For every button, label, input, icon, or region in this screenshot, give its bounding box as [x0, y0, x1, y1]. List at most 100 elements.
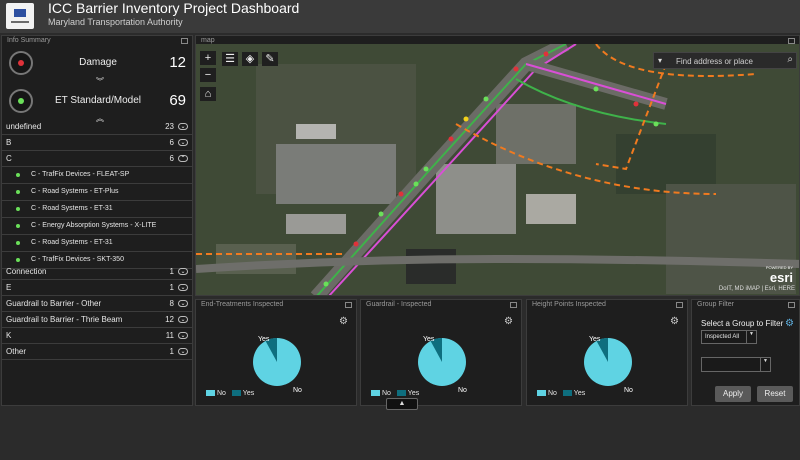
list-item-label: undefined — [6, 122, 42, 131]
group-select-value: Inspected All — [705, 334, 740, 340]
maximize-icon[interactable] — [788, 302, 795, 308]
chart-legend: No Yes — [371, 390, 419, 397]
expand-icon[interactable]: ⌄ — [178, 139, 188, 146]
legend-swatch-no — [537, 390, 546, 397]
expand-icon[interactable]: ⌄ — [178, 123, 188, 130]
zoom-in-button[interactable]: + — [200, 51, 216, 65]
measure-icon[interactable]: ✎ — [262, 52, 278, 66]
damage-status-icon — [18, 60, 24, 66]
legend-swatch-no — [371, 390, 380, 397]
legend-swatch-yes — [562, 390, 572, 397]
list-item[interactable]: Connection 1 ⌄ — [2, 265, 192, 280]
value-select[interactable]: ▼ — [701, 357, 771, 372]
gear-icon[interactable]: ⚙ — [785, 318, 794, 329]
list-item[interactable]: K 11 ⌄ — [2, 329, 192, 344]
group-select[interactable]: Inspected All ▼ — [701, 330, 757, 344]
panel-title: Group Filter — [697, 301, 734, 308]
et-model-label: ET Standard/Model — [55, 95, 141, 106]
list-item[interactable]: Guardrail to Barrier - Other 8 ⌄ — [2, 297, 192, 312]
address-search[interactable]: ▾ ⌕ — [653, 52, 797, 69]
sub-list-item[interactable]: C - Energy Absorption Systems - X-LITE — [2, 218, 192, 235]
group-filter-panel: Group Filter Select a Group to Filter ⚙ … — [691, 299, 800, 406]
legend-swatch-yes — [231, 390, 241, 397]
list-item[interactable]: Other 1 ⌄ — [2, 345, 192, 360]
end-treatments-chart-panel: End-Treatments Inspected ⚙ Yes No No Yes — [195, 299, 357, 406]
aerial-map-canvas[interactable] — [196, 44, 800, 296]
sub-list-item[interactable]: C - TrafFix Devices - FLEAT-SP — [2, 167, 192, 184]
expand-icon[interactable]: ⌄ — [178, 332, 188, 339]
legend-swatch-no — [206, 390, 215, 397]
status-dot-icon — [16, 173, 20, 177]
panel-collapse-handle[interactable]: ▲ — [386, 398, 418, 410]
layers-icon[interactable]: ◈ — [242, 52, 258, 66]
list-item-count: 1 — [169, 267, 174, 276]
sub-list-item[interactable]: C - Road Systems - ET-31 — [2, 235, 192, 252]
expand-icon[interactable]: ⌄ — [178, 284, 188, 291]
expand-icon[interactable]: ⌄ — [178, 268, 188, 275]
panel-title: Info Summary — [7, 37, 51, 44]
info-summary-panel: Info Summary Damage 12 ︾ ET Standard/Mod… — [1, 35, 193, 406]
pie-label-no: No — [293, 387, 302, 394]
sub-list-item[interactable]: C - Road Systems - ET-Plus — [2, 184, 192, 201]
apply-button[interactable]: Apply — [715, 386, 751, 402]
et-model-toggle-button[interactable] — [9, 89, 33, 113]
sub-list-item-label: C - Energy Absorption Systems - X-LITE — [31, 222, 157, 229]
expand-icon[interactable]: ⌄ — [178, 300, 188, 307]
expand-icon[interactable]: ⌄ — [178, 316, 188, 323]
legend-label-yes: Yes — [242, 390, 255, 397]
status-dot-icon — [16, 224, 20, 228]
chevron-down-icon[interactable]: ▼ — [746, 331, 756, 343]
list-item-count: 1 — [169, 347, 174, 356]
expand-icon[interactable]: ⌄ — [178, 348, 188, 355]
legend-label-no: No — [217, 390, 226, 397]
list-item[interactable]: Guardrail to Barrier - Thrie Beam 12 ⌄ — [2, 313, 192, 328]
list-item-label: Other — [6, 347, 27, 356]
search-input[interactable] — [676, 55, 772, 67]
page-subtitle: Maryland Transportation Authority — [48, 17, 183, 27]
maximize-icon[interactable] — [181, 38, 188, 44]
pie-label-yes: Yes — [258, 336, 270, 343]
height-points-chart-panel: Height Points Inspected ⚙ Yes No No Yes — [526, 299, 688, 406]
list-item-label: Guardrail to Barrier - Other — [6, 299, 102, 308]
map-panel[interactable]: map + − ⌂ ☰ ◈ ✎ ▾ Find address or place … — [195, 35, 800, 296]
list-item[interactable]: C 6 ⌃ — [2, 152, 192, 167]
sub-list-item-label: C - Road Systems - ET-Plus — [31, 188, 119, 195]
legend-label-yes: Yes — [407, 390, 420, 397]
sub-list-item[interactable]: C - Road Systems - ET-31 — [2, 201, 192, 218]
list-item-label: B — [6, 138, 12, 147]
zoom-out-button[interactable]: − — [200, 68, 216, 82]
panel-title: map — [201, 37, 215, 44]
header-bar: ICC Barrier Inventory Project Dashboard … — [0, 0, 800, 33]
legend-label-yes: Yes — [573, 390, 586, 397]
list-item[interactable]: undefined 23 ⌄ — [2, 120, 192, 135]
damage-summary-row: Damage 12 — [2, 46, 192, 80]
pie-label-yes: Yes — [423, 336, 435, 343]
list-item-label: Guardrail to Barrier - Thrie Beam — [6, 315, 123, 324]
list-item-count: 23 — [165, 122, 174, 131]
chevron-down-icon[interactable]: ▼ — [760, 358, 770, 371]
pie-label-no: No — [624, 387, 633, 394]
home-icon[interactable]: ⌂ — [200, 87, 216, 101]
list-item[interactable]: E 1 ⌄ — [2, 281, 192, 296]
et-model-status-icon — [18, 98, 24, 104]
status-dot-icon — [16, 241, 20, 245]
list-item[interactable]: B 6 ⌄ — [2, 136, 192, 151]
esri-logo: esri — [769, 270, 793, 285]
sub-list-item-label: C - TrafFix Devices - FLEAT-SP — [31, 171, 130, 178]
legend-list-icon[interactable]: ☰ — [222, 52, 238, 66]
list-item-count: 12 — [165, 315, 174, 324]
page-title: ICC Barrier Inventory Project Dashboard — [48, 0, 300, 16]
search-dropdown-icon[interactable]: ▾ — [658, 56, 662, 65]
list-item-label: K — [6, 331, 12, 340]
list-item-label: Connection — [6, 267, 47, 276]
status-dot-icon — [16, 258, 20, 262]
damage-toggle-button[interactable] — [9, 51, 33, 75]
search-icon[interactable]: ⌕ — [787, 54, 793, 65]
collapse-icon[interactable]: ⌃ — [178, 155, 188, 162]
map-attribution[interactable]: DoIT, MD iMAP | Esri, HERE — [719, 286, 795, 292]
status-dot-icon — [16, 207, 20, 211]
chart-legend: No Yes — [537, 390, 585, 397]
reset-button[interactable]: Reset — [757, 386, 793, 402]
list-item-label: E — [6, 283, 12, 292]
pie-label-yes: Yes — [589, 336, 601, 343]
